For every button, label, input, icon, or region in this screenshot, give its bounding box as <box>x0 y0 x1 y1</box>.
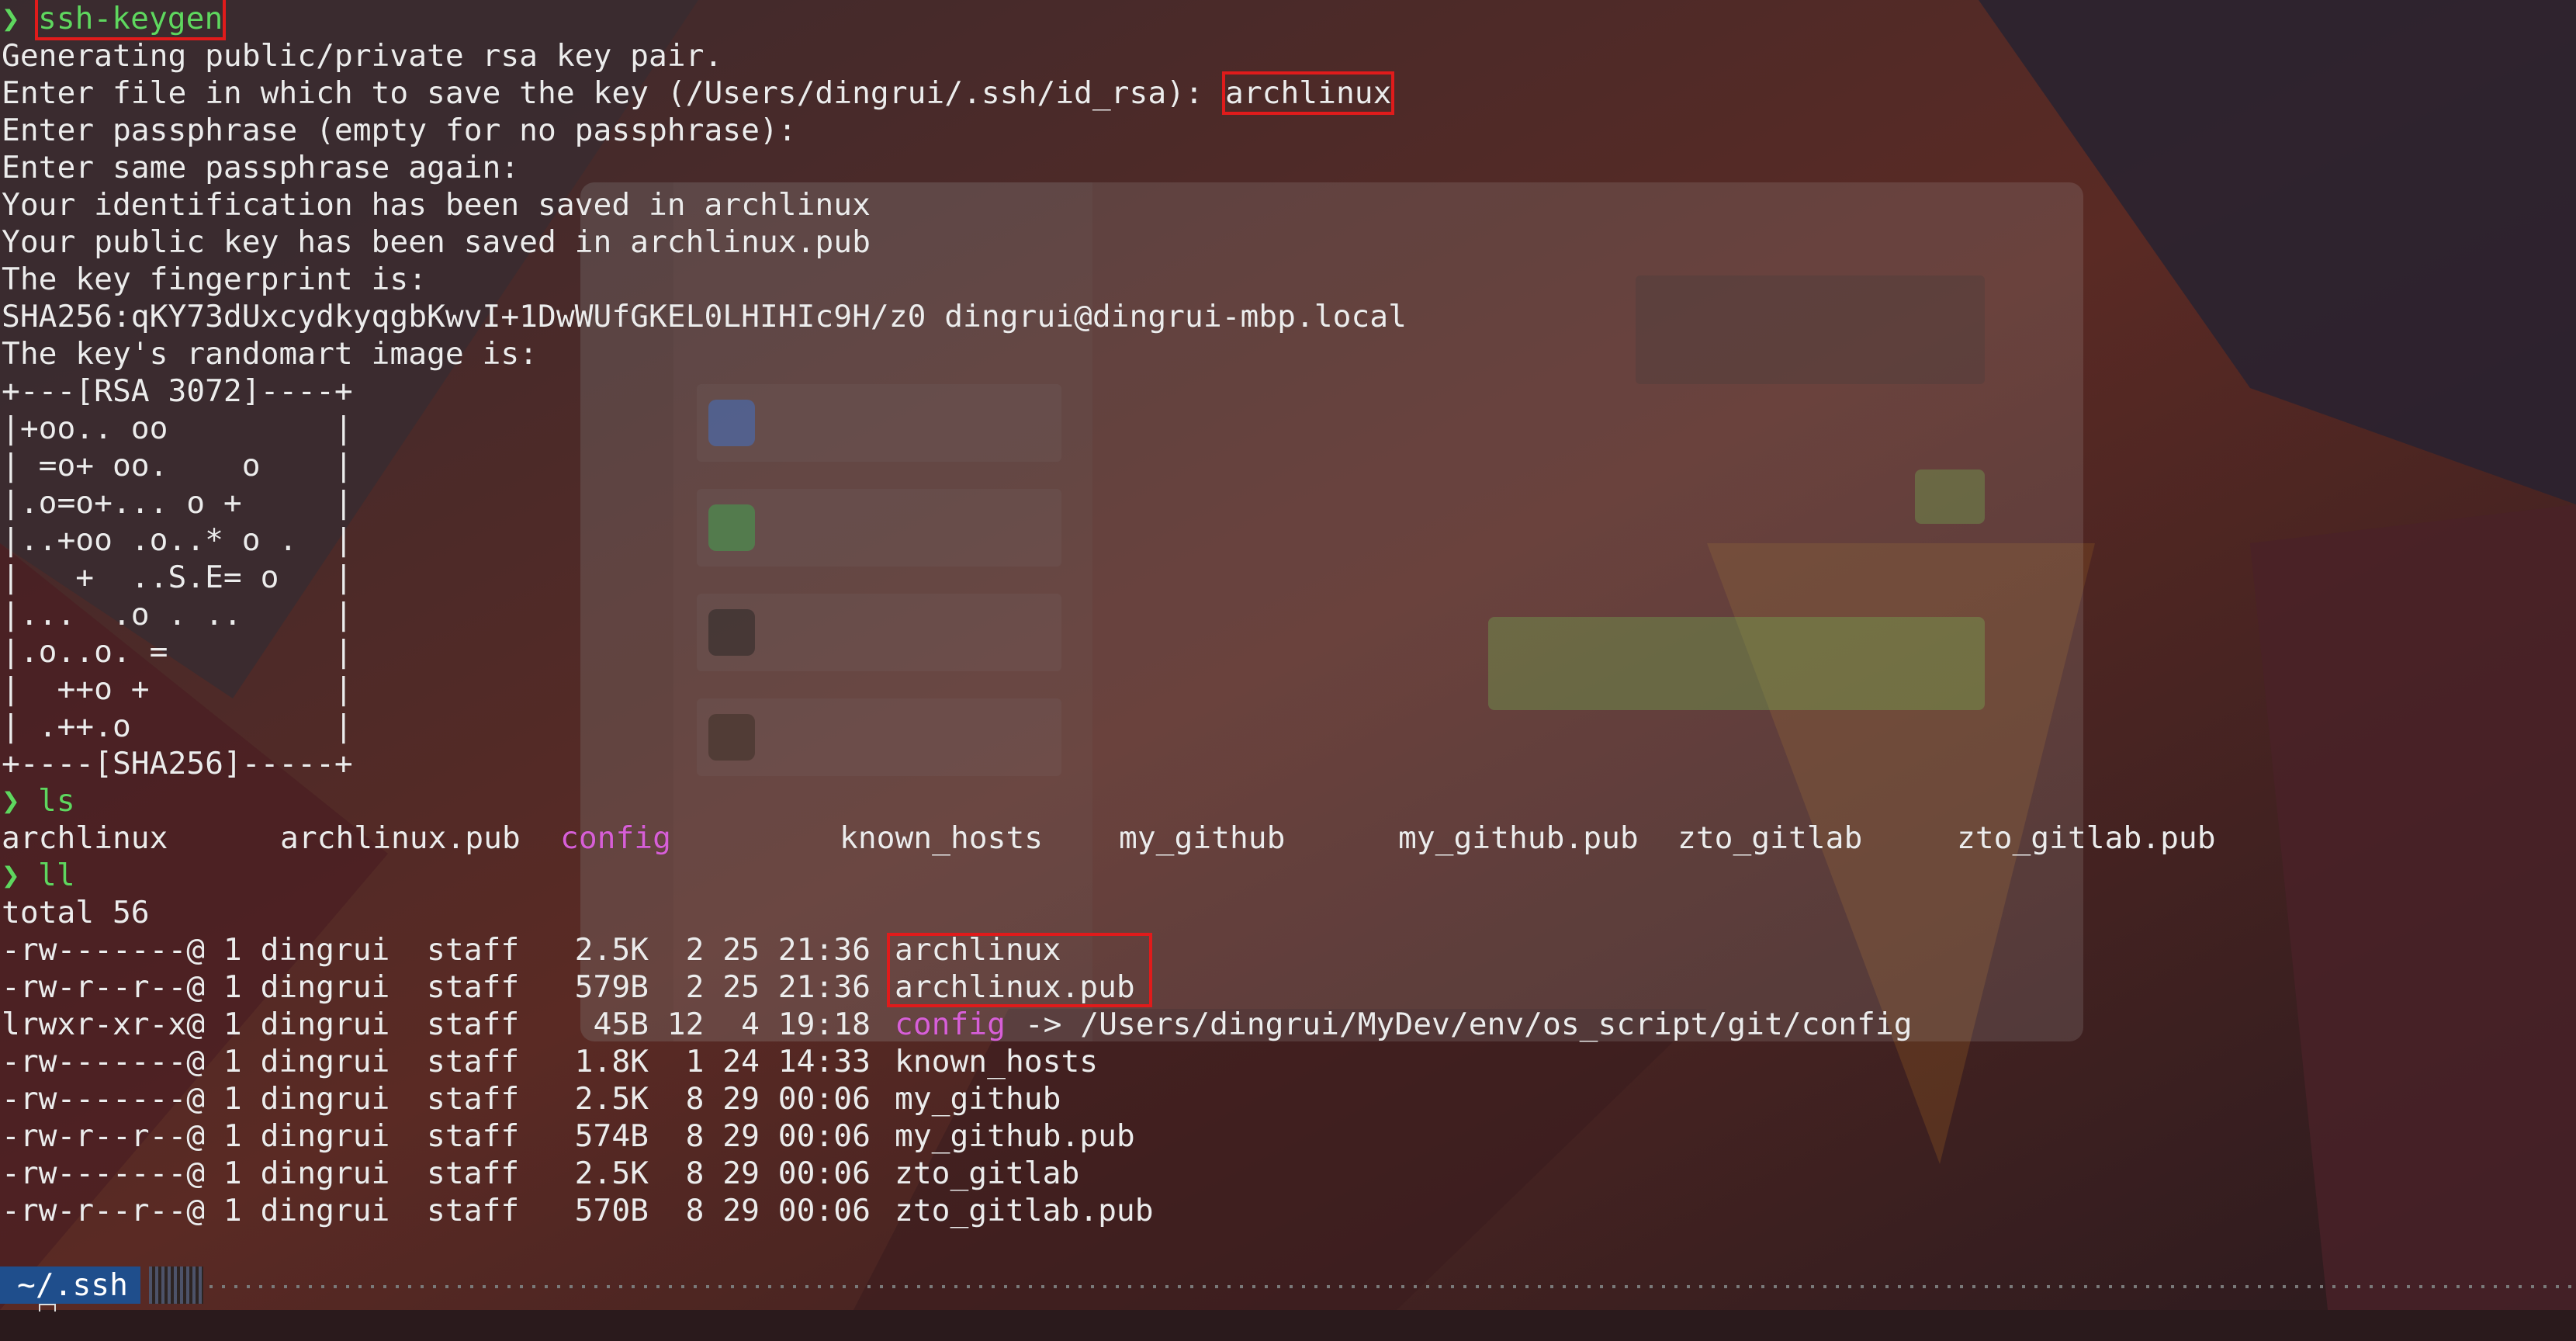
ls-file: my_github.pub <box>1398 820 1639 856</box>
command-line: ❯ ssh-keygen <box>2 0 227 40</box>
ll-meta: -rw-------@ 1 dingrui staff 2.5K 8 29 00… <box>2 1081 889 1117</box>
output-line: total 56 <box>2 895 150 930</box>
randomart-line: |..+oo .o..* o . | <box>2 522 353 558</box>
output-line: Enter file in which to save the key (/Us… <box>2 71 1395 115</box>
cursor-icon <box>39 1304 56 1312</box>
prompt-icon: ❯ <box>2 858 20 893</box>
command-line: ❯ ls <box>2 782 75 820</box>
output-line: The key's randomart image is: <box>2 336 538 372</box>
terminal-window[interactable]: ❯ ssh-keygen Generating public/private r… <box>0 0 2576 1310</box>
ll-meta: -rw-------@ 1 dingrui staff 2.5K 2 25 21… <box>2 932 889 968</box>
ll-meta: lrwxr-xr-x@ 1 dingrui staff 45B 12 4 19:… <box>2 1007 889 1042</box>
symlink-target: -> /Users/dingrui/MyDev/env/os_script/gi… <box>1006 1007 1913 1042</box>
ll-filename: my_github <box>895 1081 1061 1117</box>
ll-row: -rw-------@ 1 dingrui staff 2.5K 8 29 00… <box>2 1080 1243 1118</box>
ls-file: known_hosts <box>840 820 1044 856</box>
ls-file: archlinux.pub <box>280 820 521 856</box>
output-line: Enter passphrase (empty for no passphras… <box>2 113 797 148</box>
ll-meta: -rw-------@ 1 dingrui staff 2.5K 8 29 00… <box>2 1156 889 1191</box>
ll-row: -rw-------@ 1 dingrui staff 1.8K 1 24 14… <box>2 1043 1243 1080</box>
fingerprint-line: SHA256:qKY73dUxcydkyqgbKwvI+1DwWUfGKEL0L… <box>2 299 1407 334</box>
ll-filename: known_hosts <box>895 1044 1099 1079</box>
randomart-line: +----[SHA256]-----+ <box>2 746 353 781</box>
ll-row: -rw-------@ 1 dingrui staff 2.5K 8 29 00… <box>2 1155 1243 1192</box>
ls-output: archlinux archlinux.pub config known_hos… <box>2 820 2562 857</box>
ls-file-symlink: config <box>560 820 671 856</box>
status-separator <box>149 1266 203 1304</box>
prompt-icon: ❯ <box>2 783 20 819</box>
ll-row: -rw-r--r--@ 1 dingrui staff 570B 8 29 00… <box>2 1192 1243 1229</box>
ls-file: zto_gitlab <box>1678 820 1863 856</box>
randomart-line: |.o..o. = | <box>2 634 353 670</box>
output-line: Generating public/private rsa key pair. <box>2 38 723 74</box>
status-dotted-rule <box>209 1285 2576 1288</box>
ll-meta: -rw-r--r--@ 1 dingrui staff 570B 8 29 00… <box>2 1193 889 1228</box>
output-line: Your identification has been saved in ar… <box>2 187 871 223</box>
ls-file: my_github <box>1119 820 1286 856</box>
randomart-line: |+oo.. oo | <box>2 411 353 446</box>
output-line: Enter same passphrase again: <box>2 150 520 185</box>
command-text: ls <box>38 783 75 819</box>
output-text: Enter file in which to save the key (/Us… <box>2 75 1222 111</box>
ll-filename: my_github.pub <box>895 1118 1135 1154</box>
ll-row: -rw-------@ 1 dingrui staff 2.5K 2 25 21… <box>2 931 1061 968</box>
ll-meta: -rw-r--r--@ 1 dingrui staff 574B 8 29 00… <box>2 1118 889 1154</box>
randomart-line: | .++.o | <box>2 709 353 744</box>
randomart-line: |.o=o+... o + | <box>2 485 353 521</box>
ls-file: zto_gitlab.pub <box>1957 820 2216 856</box>
ls-file: archlinux <box>2 820 168 856</box>
ll-filename: zto_gitlab <box>895 1156 1080 1191</box>
command-text: ssh-keygen <box>34 0 227 40</box>
ll-filename: zto_gitlab.pub <box>895 1193 1154 1228</box>
entered-filename: archlinux <box>1221 71 1395 115</box>
ll-meta: -rw-------@ 1 dingrui staff 1.8K 1 24 14… <box>2 1044 889 1079</box>
command-line: ❯ ll <box>2 857 75 894</box>
ll-row: -rw-r--r--@ 1 dingrui staff 579B 2 25 21… <box>2 968 1135 1006</box>
command-text: ll <box>38 858 75 893</box>
ll-row: lrwxr-xr-x@ 1 dingrui staff 45B 12 4 19:… <box>2 1006 2329 1043</box>
ll-filename-symlink: config <box>895 1007 1006 1042</box>
randomart-line: | =o+ oo. o | <box>2 448 353 483</box>
output-line: Your public key has been saved in archli… <box>2 224 871 260</box>
output-line: The key fingerprint is: <box>2 262 428 297</box>
randomart-line: +---[RSA 3072]----+ <box>2 373 353 409</box>
ll-meta: -rw-r--r--@ 1 dingrui staff 579B 2 25 21… <box>2 969 889 1005</box>
highlight-box <box>887 933 1152 1007</box>
status-bar: ~/.ssh <box>0 1266 2576 1304</box>
status-cwd: ~/.ssh <box>0 1266 140 1304</box>
ll-row: -rw-r--r--@ 1 dingrui staff 574B 8 29 00… <box>2 1118 1243 1155</box>
prompt-icon: ❯ <box>2 1 20 36</box>
randomart-line: | ++o + | <box>2 671 353 707</box>
randomart-line: |... .o . .. | <box>2 597 353 632</box>
randomart-line: | + ..S.E= o | <box>2 560 353 595</box>
